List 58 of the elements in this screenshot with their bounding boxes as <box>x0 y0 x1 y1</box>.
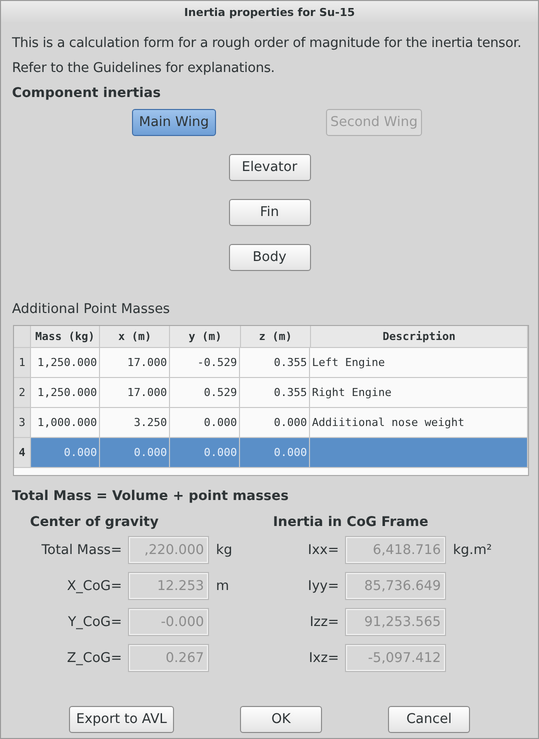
intro-text: Refer to the Guidelines for explanations. <box>12 60 276 78</box>
table-cell: Left Engine <box>310 348 528 377</box>
table-cell: 1,000.000 <box>31 408 100 437</box>
component-button[interactable]: Elevator <box>228 154 310 181</box>
table-cell: -0.529 <box>170 348 240 377</box>
unit-label: kg.m² <box>452 542 492 558</box>
row-number: 2 <box>14 378 31 407</box>
field-label: Z_CoG= <box>66 650 122 666</box>
table-cell: Right Engine <box>310 378 528 407</box>
column-header: y (m) <box>170 326 241 347</box>
column-header: x (m) <box>100 326 170 347</box>
section-heading: Center of gravity <box>30 514 160 532</box>
table-cell: 0.355 <box>240 378 310 407</box>
section-heading: Component inertias <box>12 85 162 103</box>
dialog-button[interactable]: Export to AVL <box>69 706 174 733</box>
unit-label: kg <box>216 542 232 558</box>
field-label: Y_CoG= <box>66 614 122 630</box>
table-cell: 1,250.000 <box>31 378 100 407</box>
table-cell: 0.000 <box>170 408 240 437</box>
column-header: Description <box>311 326 528 347</box>
table-row[interactable]: 4 0.000 0.000 0.000 0.000 <box>14 438 528 468</box>
table-cell: 3.250 <box>100 408 170 437</box>
field-label: Izz= <box>308 614 339 630</box>
dialog-button[interactable]: OK <box>240 706 322 733</box>
table-cell: 1,250.000 <box>31 348 100 377</box>
table-row[interactable]: 1 1,250.000 17.000 -0.529 0.355 Left Engine <box>14 348 528 378</box>
field-label: Ixx= <box>306 542 339 558</box>
section-heading: Additional Point Masses <box>12 301 171 319</box>
table-cell: 17.000 <box>100 378 170 407</box>
field-label: Total Mass= <box>40 542 122 558</box>
column-header: z (m) <box>240 326 312 347</box>
table-cell: 0.000 <box>31 438 100 467</box>
row-number: 4 <box>14 438 31 467</box>
row-number: 3 <box>14 408 31 437</box>
table-cell: Addiitional nose weight <box>310 408 528 437</box>
component-button[interactable]: Main Wing <box>132 109 216 136</box>
table-cell: 17.000 <box>100 348 170 377</box>
field-label: Iyy= <box>306 578 339 594</box>
table-cell: 0.000 <box>240 408 310 437</box>
table-cell: 0.000 <box>240 438 310 467</box>
window-title: Inertia properties for Su-15 <box>184 6 355 18</box>
table-row[interactable]: 2 1,250.000 17.000 0.529 0.355 Right Engine <box>14 378 528 408</box>
unit-label: m <box>216 578 230 594</box>
table-cell: 0.000 <box>100 438 170 467</box>
component-button[interactable]: Body <box>228 244 310 271</box>
field-label: X_CoG= <box>66 578 122 594</box>
intro-text: This is a calculation form for a rough order of magnitude for the inertia tensor. <box>12 35 522 53</box>
table-cell: 0.529 <box>170 378 240 407</box>
dialog-button[interactable]: Cancel <box>388 706 470 733</box>
field-label: Ixz= <box>308 650 339 666</box>
table-cell: 0.000 <box>170 438 240 467</box>
column-header: Mass (kg) <box>30 326 100 347</box>
section-heading: Total Mass = Volume + point masses <box>12 488 290 506</box>
table-row[interactable]: 3 1,000.000 3.250 0.000 0.000 Addiitional nose weight <box>14 408 528 438</box>
component-button[interactable]: Fin <box>228 199 310 226</box>
row-number: 1 <box>14 348 31 377</box>
table-cell: 0.355 <box>240 348 310 377</box>
section-heading: Inertia in CoG Frame <box>272 514 430 532</box>
